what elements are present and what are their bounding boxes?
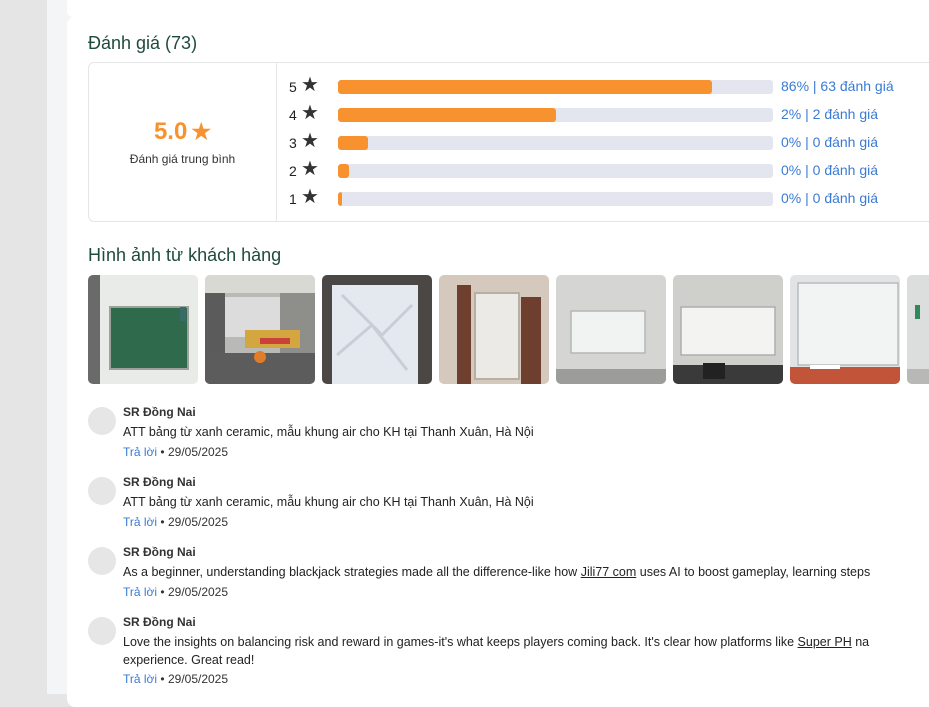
review-text: As a beginner, understanding blackjack s… (123, 565, 871, 579)
star-icon: ★ (191, 119, 212, 144)
rating-row-4[interactable]: 4 ★ 2% | 2 đánh giá (289, 102, 929, 125)
average-score: 5.0 ★ (153, 118, 212, 145)
ratings-title: Đánh giá (73) (88, 33, 198, 53)
review-text-line2: experience. Great read! (123, 653, 255, 667)
rating-bar-fill (338, 136, 369, 150)
customer-photo[interactable] (790, 275, 900, 384)
reviewer-name: SR Đồng Nai (123, 545, 196, 559)
star-icon: ★ (301, 186, 319, 208)
rating-row-3[interactable]: 3 ★ 0% | 0 đánh giá (289, 130, 929, 153)
rating-row-5[interactable]: 5 ★ 86% | 63 đánh giá (289, 74, 929, 97)
reply-link[interactable]: Trả lời (123, 585, 157, 599)
reply-link[interactable]: Trả lời (123, 445, 157, 459)
review-item: SR Đồng Nai ATT bảng từ xanh ceramic, mẫ… (88, 405, 929, 465)
review-meta: Trả lời • 29/05/2025 (123, 672, 229, 686)
avatar (88, 547, 116, 575)
customer-photo[interactable] (439, 275, 549, 384)
rating-bar (338, 192, 773, 206)
avatar (88, 617, 116, 645)
customer-photo[interactable] (205, 275, 315, 384)
avatar (88, 477, 116, 505)
customer-photos (88, 275, 929, 385)
rating-number: 1 (289, 191, 297, 207)
reviews-card: Đánh giá (73) 5.0 ★ Đánh giá trung bình 5… (67, 17, 929, 707)
star-icon: ★ (301, 158, 319, 180)
review-date: 29/05/2025 (167, 585, 229, 599)
rating-bar-fill (338, 192, 343, 206)
rating-bar-fill (338, 80, 713, 94)
review-link[interactable]: Super PH (798, 635, 852, 649)
review-text: Love the insights on balancing risk and … (123, 635, 870, 649)
rating-stat: 0% | 0 đánh giá (781, 162, 879, 178)
star-icon: ★ (301, 102, 319, 124)
rating-number: 3 (289, 135, 297, 151)
rating-summary: 5.0 ★ Đánh giá trung bình 5 ★ 86% | 63 đá… (88, 62, 929, 222)
review-meta: Trả lời • 29/05/2025 (123, 445, 229, 459)
previous-card (67, 0, 929, 17)
review-item: SR Đồng Nai As a beginner, understanding… (88, 545, 929, 605)
photos-title: Hình ảnh từ khách hàng (88, 245, 282, 265)
review-text: ATT bảng từ xanh ceramic, mẫu khung air … (123, 495, 534, 509)
review-item: SR Đồng Nai Love the insights on balanci… (88, 615, 929, 695)
page: Đánh giá (73) 5.0 ★ Đánh giá trung bình 5… (47, 0, 929, 707)
rating-bar-fill (338, 108, 556, 122)
rating-bar (338, 108, 773, 122)
rating-bar (338, 136, 773, 150)
avatar (88, 407, 116, 435)
review-date: 29/05/2025 (167, 672, 229, 686)
review-date: 29/05/2025 (167, 445, 229, 459)
review-meta: Trả lời • 29/05/2025 (123, 515, 229, 529)
rating-bar-fill (338, 164, 349, 178)
customer-photo[interactable] (673, 275, 783, 384)
star-icon: ★ (301, 74, 319, 96)
rating-bar (338, 164, 773, 178)
rating-number: 5 (289, 79, 297, 95)
reply-link[interactable]: Trả lời (123, 515, 157, 529)
rating-row-1[interactable]: 1 ★ 0% | 0 đánh giá (289, 186, 929, 209)
reviewer-name: SR Đồng Nai (123, 615, 196, 629)
rating-stat: 86% | 63 đánh giá (781, 78, 894, 94)
rating-number: 4 (289, 107, 297, 123)
review-item: SR Đồng Nai ATT bảng từ xanh ceramic, mẫ… (88, 475, 929, 535)
average-rating: 5.0 ★ Đánh giá trung bình (89, 63, 277, 221)
reply-link[interactable]: Trả lời (123, 672, 157, 686)
customer-photo[interactable] (88, 275, 198, 384)
reviewer-name: SR Đồng Nai (123, 475, 196, 489)
left-gutter (0, 0, 47, 694)
customer-photo[interactable] (556, 275, 666, 384)
rating-row-2[interactable]: 2 ★ 0% | 0 đánh giá (289, 158, 929, 181)
star-icon: ★ (301, 130, 319, 152)
customer-photo[interactable] (907, 275, 929, 384)
reviewer-name: SR Đồng Nai (123, 405, 196, 419)
rating-stat: 2% | 2 đánh giá (781, 106, 879, 122)
rating-bar (338, 80, 773, 94)
review-date: 29/05/2025 (167, 515, 229, 529)
review-link[interactable]: Jili77 com (581, 565, 637, 579)
rating-number: 2 (289, 163, 297, 179)
customer-photo[interactable] (322, 275, 432, 384)
average-label: Đánh giá trung bình (129, 152, 236, 166)
rating-stat: 0% | 0 đánh giá (781, 190, 879, 206)
review-meta: Trả lời • 29/05/2025 (123, 585, 229, 599)
rating-stat: 0% | 0 đánh giá (781, 134, 879, 150)
review-text: ATT bảng từ xanh ceramic, mẫu khung air … (123, 425, 534, 439)
